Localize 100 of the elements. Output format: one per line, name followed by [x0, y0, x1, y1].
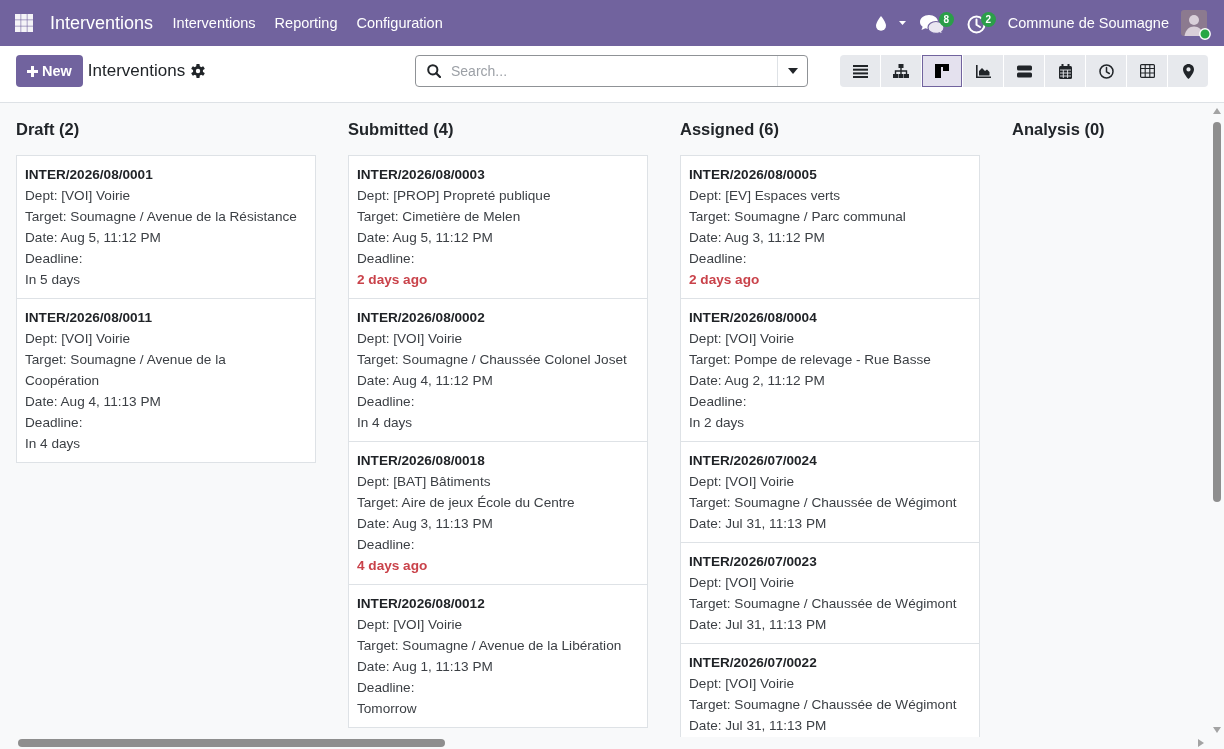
kanban-icon — [935, 64, 949, 78]
deadline-label: Deadline: — [25, 414, 84, 432]
menu-item[interactable]: Interventions — [163, 11, 266, 35]
target-text: Target: Soumagne / Avenue de la Libération — [357, 637, 623, 655]
intervention-card[interactable]: INTER/2026/07/0024 Dept: [VOI] Voirie Target: Soumagne / Chaussée de Wégimont Date: Jul 31, 11:13 PM — [680, 442, 980, 543]
card-reference: INTER/2026/08/0002 — [357, 309, 486, 327]
caret-icon — [898, 21, 906, 25]
intervention-card[interactable]: INTER/2026/08/0011 Dept: [VOI] Voirie Target: Soumagne / Avenue de la Coopération Date: Aug 4, 11:13 PM Deadline: In 4 days — [16, 299, 316, 463]
intervention-card[interactable]: INTER/2026/08/0003 Dept: [PROP] Propreté publique Target: Cimetière de Melen Date: Aug 5, 11:12 PM Deadline: 2 days ago — [348, 155, 648, 299]
plus-icon — [27, 65, 38, 77]
date-text: Date: Jul 31, 11:13 PM — [689, 515, 828, 533]
date-text: Date: Aug 3, 11:13 PM — [357, 515, 494, 533]
menu-item[interactable]: Reporting — [265, 11, 347, 35]
breadcrumb-title: Interventions — [87, 61, 186, 81]
search-field[interactable]: Search... — [415, 55, 808, 87]
deadline-value: In 5 days — [25, 271, 82, 289]
column-title: Analysis (0) — [1012, 119, 1106, 140]
target-text: Target: Pompe de relevage - Rue Basse — [689, 351, 932, 369]
deadline-label: Deadline: — [357, 536, 416, 554]
column-title: Draft (2) — [16, 119, 81, 140]
new-button[interactable]: New — [16, 55, 83, 87]
droplet-icon — [875, 15, 886, 31]
target-text: Target: Soumagne / Chaussée de Wégimont — [689, 494, 958, 512]
department-text: Dept: [VOI] Voirie — [357, 616, 464, 634]
target-text: Target: Soumagne / Chaussée de Wégimont — [689, 696, 958, 714]
vertical-scrollbar[interactable] — [1210, 103, 1224, 737]
deadline-label: Deadline: — [357, 250, 416, 268]
card-reference: INTER/2026/08/0012 — [357, 595, 486, 613]
scrollbar-thumb[interactable] — [18, 739, 445, 747]
graph-view-button[interactable] — [963, 55, 1003, 87]
target-text: Target: Soumagne / Avenue de la Coopération — [25, 351, 227, 390]
intervention-card[interactable]: INTER/2026/08/0005 Dept: [EV] Espaces verts Target: Soumagne / Parc communal Date: Aug 3, 11:12 PM Deadline: 2 days ago — [680, 155, 980, 299]
gantt-view-button[interactable] — [1004, 55, 1044, 87]
date-text: Date: Aug 1, 11:13 PM — [357, 658, 494, 676]
intervention-card[interactable]: INTER/2026/08/0018 Dept: [BAT] Bâtiments Target: Aire de jeux École du Centre Date: Aug 3, 11:13 PM Deadline: 4 days ago — [348, 442, 648, 585]
target-text: Target: Soumagne / Parc communal — [689, 208, 907, 226]
card-reference: INTER/2026/08/0001 — [25, 166, 154, 184]
deadline-value: Tomorrow — [357, 700, 418, 718]
target-text: Target: Soumagne / Chaussée de Wégimont — [689, 595, 958, 613]
horizontal-scrollbar[interactable] — [0, 737, 1224, 749]
intervention-card[interactable]: INTER/2026/08/0004 Dept: [VOI] Voirie Target: Pompe de relevage - Rue Basse Date: Aug 2, 11:12 PM Deadline: In 2 days — [680, 299, 980, 442]
intervention-card[interactable]: INTER/2026/08/0002 Dept: [VOI] Voirie Target: Soumagne / Chaussée Colonel Joset Date: Aug 4, 11:12 PM Deadline: In 4 days — [348, 299, 648, 442]
deadline-value: 4 days ago — [357, 557, 429, 575]
date-text: Date: Jul 31, 11:13 PM — [689, 717, 828, 735]
list-view-button[interactable] — [840, 55, 880, 87]
activity-view-button[interactable] — [1086, 55, 1126, 87]
deadline-label: Deadline: — [357, 393, 416, 411]
calendar-icon — [1058, 63, 1072, 79]
map-view-button[interactable] — [1168, 55, 1208, 87]
calendar-view-button[interactable] — [1045, 55, 1085, 87]
card-reference: INTER/2026/08/0005 — [689, 166, 818, 184]
hierarchy-view-button[interactable] — [881, 55, 921, 87]
bars-icon — [1016, 64, 1032, 78]
deadline-value: 2 days ago — [357, 271, 429, 289]
message-count-badge: 8 — [938, 12, 954, 27]
date-text: Date: Aug 2, 11:12 PM — [689, 372, 826, 390]
kanban-view-button[interactable] — [922, 55, 962, 87]
date-text: Date: Aug 4, 11:13 PM — [25, 393, 162, 411]
intervention-card[interactable]: INTER/2026/08/0012 Dept: [VOI] Voirie Target: Soumagne / Avenue de la Libération Date: Aug 1, 11:13 PM Deadline: Tomorrow — [348, 585, 648, 728]
app-title[interactable]: Interventions — [50, 12, 154, 34]
department-text: Dept: [VOI] Voirie — [357, 330, 464, 348]
deadline-value: In 4 days — [357, 414, 414, 432]
deadline-value: 2 days ago — [689, 271, 761, 289]
apps-menu-button[interactable] — [12, 11, 36, 35]
pivot-view-button[interactable] — [1127, 55, 1167, 87]
company-name[interactable]: Commune de Soumagne — [1007, 15, 1169, 31]
search-icon — [427, 64, 441, 78]
scrollbar-thumb[interactable] — [1213, 122, 1221, 502]
department-text: Dept: [VOI] Voirie — [25, 187, 132, 205]
department-text: Dept: [VOI] Voirie — [25, 330, 132, 348]
table-icon — [1139, 64, 1155, 78]
target-text: Target: Soumagne / Avenue de la Résistance — [25, 208, 298, 226]
clock-icon — [966, 15, 986, 34]
user-avatar[interactable] — [1181, 10, 1207, 36]
search-input[interactable]: Search... — [441, 57, 777, 85]
deadline-label: Deadline: — [689, 250, 748, 268]
deadline-value: In 4 days — [25, 435, 82, 453]
intervention-card[interactable]: INTER/2026/07/0023 Dept: [VOI] Voirie Target: Soumagne / Chaussée de Wégimont Date: Jul 31, 11:13 PM — [680, 543, 980, 644]
column-title: Assigned (6) — [680, 119, 781, 140]
caret-down-icon — [787, 68, 798, 74]
deadline-label: Deadline: — [25, 250, 84, 268]
menu-item[interactable]: Configuration — [346, 11, 453, 35]
date-text: Date: Aug 4, 11:12 PM — [357, 372, 494, 390]
card-reference: INTER/2026/07/0023 — [689, 553, 818, 571]
intervention-card[interactable]: INTER/2026/07/0022 Dept: [VOI] Voirie Target: Soumagne / Chaussée de Wégimont Date: Jul 31, 11:13 PM — [680, 644, 980, 737]
date-text: Date: Aug 5, 11:12 PM — [25, 229, 162, 247]
card-reference: INTER/2026/08/0004 — [689, 309, 818, 327]
department-text: Dept: [VOI] Voirie — [689, 473, 796, 491]
card-reference: INTER/2026/08/0003 — [357, 166, 486, 184]
intervention-card[interactable]: INTER/2026/08/0001 Dept: [VOI] Voirie Target: Soumagne / Avenue de la Résistance Date: Aug 5, 11:12 PM Deadline: In 5 days — [16, 155, 316, 299]
settings-icon[interactable] — [191, 64, 206, 78]
chat-icon — [919, 15, 944, 34]
target-text: Target: Soumagne / Chaussée Colonel Joset — [357, 351, 628, 369]
department-text: Dept: [VOI] Voirie — [689, 330, 796, 348]
card-reference: INTER/2026/07/0022 — [689, 654, 818, 672]
card-reference: INTER/2026/08/0018 — [357, 452, 486, 470]
column-title: Submitted (4) — [348, 119, 455, 140]
department-text: Dept: [EV] Espaces verts — [689, 187, 842, 205]
date-text: Date: Aug 5, 11:12 PM — [357, 229, 494, 247]
map-pin-icon — [1182, 63, 1194, 79]
